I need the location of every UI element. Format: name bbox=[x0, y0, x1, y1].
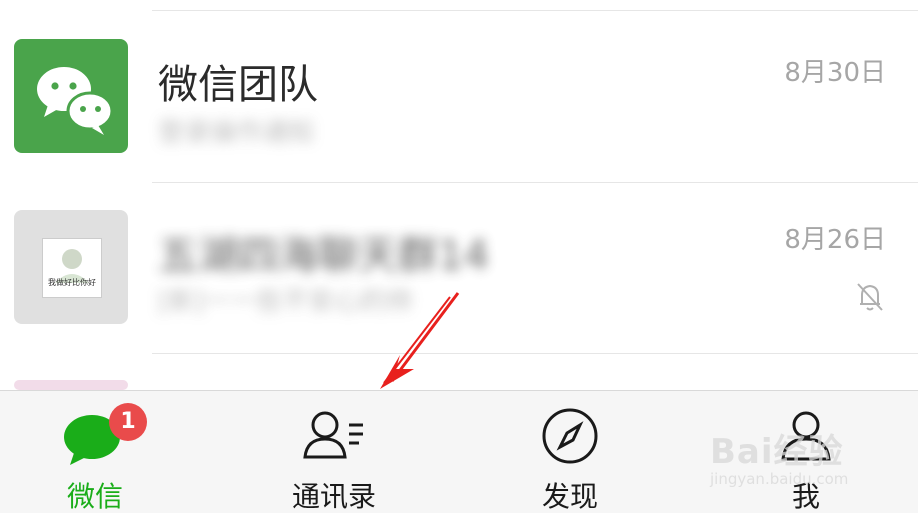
group-avatar-caption: 我做好比你好 bbox=[48, 278, 96, 287]
contacts-icon bbox=[303, 411, 363, 459]
tab-label: 通讯录 bbox=[291, 480, 376, 513]
group-avatar: 我做好比你好 bbox=[14, 210, 128, 324]
chat-date: 8月26日 bbox=[784, 225, 886, 255]
tab-wechat[interactable]: 1 微信 bbox=[5, 391, 185, 513]
annotation-arrow-icon bbox=[380, 292, 460, 389]
divider bbox=[152, 10, 918, 11]
tab-discover[interactable]: 发现 bbox=[480, 391, 660, 513]
compass-icon bbox=[542, 408, 598, 464]
watermark-url: jingyan.baidu.com bbox=[710, 470, 849, 488]
wechat-logo-icon bbox=[14, 39, 128, 153]
partial-avatar bbox=[14, 380, 128, 390]
chat-title: 微信团队 bbox=[158, 62, 318, 108]
group-avatar-image: 我做好比你好 bbox=[42, 238, 102, 298]
watermark-text: Bai经验 bbox=[710, 432, 844, 472]
tab-label: 发现 bbox=[541, 480, 598, 513]
tab-label: 微信 bbox=[66, 480, 123, 513]
mute-bell-icon bbox=[857, 283, 883, 311]
chat-row-wechat-team[interactable]: 微信团队 登录操作通知 8月30日 bbox=[0, 12, 918, 182]
chat-title: 五湖四海聊天群14 bbox=[158, 233, 489, 279]
chat-date: 8月30日 bbox=[784, 58, 886, 88]
unread-badge: 1 bbox=[109, 403, 147, 441]
chat-preview: 登录操作通知 bbox=[158, 118, 315, 148]
baidu-watermark: Bai经验 jingyan.baidu.com bbox=[700, 412, 900, 502]
tab-contacts[interactable]: 通讯录 bbox=[244, 391, 424, 513]
